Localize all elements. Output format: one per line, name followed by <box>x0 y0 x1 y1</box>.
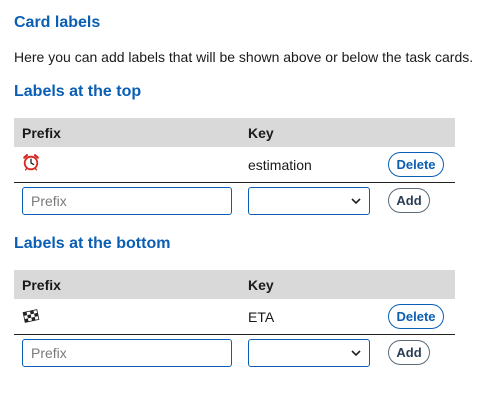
top-row-key: estimation <box>248 157 312 173</box>
top-row-divider <box>14 182 455 183</box>
bottom-col-prefix: Prefix <box>22 277 61 293</box>
chevron-down-icon <box>351 350 361 357</box>
chevron-down-icon <box>351 198 361 205</box>
bottom-table-header: Prefix Key <box>14 270 455 299</box>
bottom-prefix-input[interactable] <box>22 339 232 367</box>
bottom-col-key: Key <box>248 277 274 293</box>
bottom-row-divider <box>14 334 455 335</box>
top-col-prefix: Prefix <box>22 125 61 141</box>
top-prefix-input[interactable] <box>22 187 232 215</box>
top-key-select[interactable] <box>248 187 370 215</box>
bottom-row-key: ETA <box>248 309 275 325</box>
labels-bottom-title: Labels at the bottom <box>14 235 171 252</box>
bottom-key-select[interactable] <box>248 339 370 367</box>
top-add-button[interactable]: Add <box>388 188 430 213</box>
bottom-add-button[interactable]: Add <box>388 340 430 365</box>
card-labels-description: Here you can add labels that will be sho… <box>14 49 474 65</box>
top-table-header: Prefix Key <box>14 118 455 147</box>
bottom-row-delete-button[interactable]: Delete <box>388 304 444 329</box>
top-col-key: Key <box>248 125 274 141</box>
alarm-clock-icon <box>23 154 39 171</box>
labels-top-title: Labels at the top <box>14 83 142 100</box>
top-row-delete-button[interactable]: Delete <box>388 152 444 177</box>
card-labels-title: Card labels <box>14 14 101 31</box>
checkered-flag-icon <box>22 309 40 323</box>
